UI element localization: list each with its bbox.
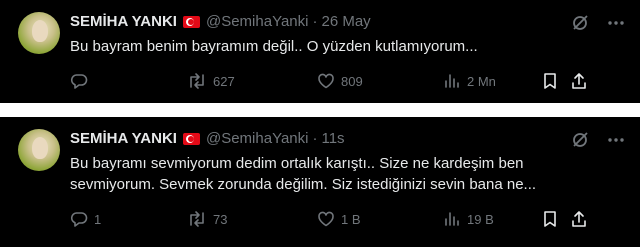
bookmark-icon	[544, 211, 556, 227]
retweet-count: 73	[213, 211, 228, 227]
tweet-card[interactable]: SEMİHA YANKI @SemihaYanki · 26 May Bu ba…	[0, 0, 640, 103]
retweet-button[interactable]: 73	[187, 209, 317, 229]
like-count: 809	[341, 73, 363, 89]
separator: ·	[312, 13, 318, 30]
reply-icon	[70, 74, 88, 89]
bookmark-button[interactable]	[541, 71, 570, 91]
avatar[interactable]	[18, 12, 60, 54]
reply-count: 1	[94, 211, 102, 227]
views-button[interactable]: 2 Mn	[443, 71, 541, 91]
tweet-header: SEMİHA YANKI @SemihaYanki · 11s	[70, 129, 345, 149]
tweet-text: Bu bayram benim bayramım değil.. O yüzde…	[70, 38, 478, 55]
avatar[interactable]	[18, 129, 60, 171]
grok-icon[interactable]	[570, 130, 590, 150]
tweet-actions: 627 809 2 Mn	[70, 71, 626, 91]
views-count: 19 B	[467, 211, 494, 227]
turkey-flag-icon	[182, 133, 200, 145]
display-name[interactable]: SEMİHA YANKI	[70, 12, 177, 32]
user-handle[interactable]: @SemihaYanki	[206, 129, 309, 149]
tweet-actions: 1 73 1 B 19 B	[70, 209, 626, 229]
retweet-icon	[190, 73, 204, 89]
views-button[interactable]: 19 B	[443, 209, 541, 229]
more-icon[interactable]	[606, 130, 626, 150]
separator: ·	[312, 130, 318, 147]
timestamp[interactable]: 26 May	[321, 12, 370, 32]
bookmark-icon	[544, 73, 556, 89]
grok-icon[interactable]	[570, 13, 590, 33]
bookmark-button[interactable]	[541, 209, 570, 229]
turkey-flag-icon	[182, 16, 200, 28]
like-count: 1 B	[341, 211, 361, 227]
user-handle[interactable]: @SemihaYanki	[206, 12, 309, 32]
retweet-count: 627	[213, 73, 235, 89]
more-icon[interactable]	[606, 13, 626, 33]
heart-icon	[318, 211, 334, 227]
tweet-text: Bu bayramı sevmiyorum dedim ortalık karı…	[70, 155, 537, 193]
views-count: 2 Mn	[467, 73, 496, 89]
tweet-card[interactable]: SEMİHA YANKI @SemihaYanki · 11s Bu bayra…	[0, 117, 640, 247]
retweet-button[interactable]: 627	[187, 71, 317, 91]
tweet-header: SEMİHA YANKI @SemihaYanki · 26 May	[70, 12, 371, 32]
share-button[interactable]	[570, 71, 590, 91]
heart-icon	[318, 73, 334, 89]
timestamp[interactable]: 11s	[321, 129, 344, 149]
share-icon	[572, 211, 586, 227]
like-button[interactable]: 809	[317, 71, 443, 91]
views-icon	[445, 212, 459, 226]
share-icon	[572, 73, 586, 89]
reply-button[interactable]: 1	[70, 209, 187, 229]
reply-icon	[70, 212, 88, 227]
retweet-icon	[190, 211, 204, 227]
display-name[interactable]: SEMİHA YANKI	[70, 129, 177, 149]
share-button[interactable]	[570, 209, 590, 229]
like-button[interactable]: 1 B	[317, 209, 443, 229]
tweet-top-icons	[570, 130, 626, 150]
views-icon	[445, 74, 459, 88]
reply-button[interactable]	[70, 71, 187, 91]
tweet-top-icons	[570, 13, 626, 33]
